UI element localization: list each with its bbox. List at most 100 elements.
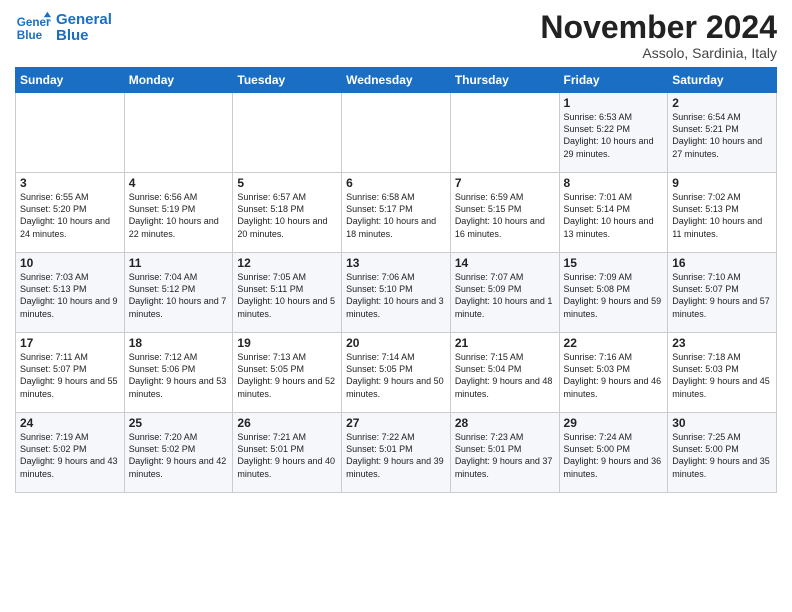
day-details: Sunrise: 7:09 AM Sunset: 5:08 PM Dayligh… [564,271,664,320]
day-number: 23 [672,336,772,350]
page-container: General Blue General Blue November 2024 … [0,0,792,498]
table-row: 14Sunrise: 7:07 AM Sunset: 5:09 PM Dayli… [450,253,559,333]
day-details: Sunrise: 6:57 AM Sunset: 5:18 PM Dayligh… [237,191,337,240]
day-details: Sunrise: 7:05 AM Sunset: 5:11 PM Dayligh… [237,271,337,320]
header-wednesday: Wednesday [342,68,451,93]
location-label: Assolo, Sardinia, Italy [540,45,777,61]
logo-text-general: General [56,12,112,29]
day-number: 16 [672,256,772,270]
logo-text-blue: Blue [56,28,112,45]
table-row: 13Sunrise: 7:06 AM Sunset: 5:10 PM Dayli… [342,253,451,333]
day-number: 22 [564,336,664,350]
table-row: 3Sunrise: 6:55 AM Sunset: 5:20 PM Daylig… [16,173,125,253]
day-details: Sunrise: 6:59 AM Sunset: 5:15 PM Dayligh… [455,191,555,240]
table-row: 19Sunrise: 7:13 AM Sunset: 5:05 PM Dayli… [233,333,342,413]
day-details: Sunrise: 7:15 AM Sunset: 5:04 PM Dayligh… [455,351,555,400]
header-monday: Monday [124,68,233,93]
calendar-week-row: 1Sunrise: 6:53 AM Sunset: 5:22 PM Daylig… [16,93,777,173]
day-details: Sunrise: 7:03 AM Sunset: 5:13 PM Dayligh… [20,271,120,320]
svg-text:General: General [17,16,51,29]
day-number: 21 [455,336,555,350]
calendar-header-row: Sunday Monday Tuesday Wednesday Thursday… [16,68,777,93]
table-row: 11Sunrise: 7:04 AM Sunset: 5:12 PM Dayli… [124,253,233,333]
day-details: Sunrise: 7:12 AM Sunset: 5:06 PM Dayligh… [129,351,229,400]
table-row: 28Sunrise: 7:23 AM Sunset: 5:01 PM Dayli… [450,413,559,493]
table-row: 23Sunrise: 7:18 AM Sunset: 5:03 PM Dayli… [668,333,777,413]
day-number: 10 [20,256,120,270]
table-row: 30Sunrise: 7:25 AM Sunset: 5:00 PM Dayli… [668,413,777,493]
table-row: 17Sunrise: 7:11 AM Sunset: 5:07 PM Dayli… [16,333,125,413]
day-number: 7 [455,176,555,190]
table-row: 2Sunrise: 6:54 AM Sunset: 5:21 PM Daylig… [668,93,777,173]
table-row: 27Sunrise: 7:22 AM Sunset: 5:01 PM Dayli… [342,413,451,493]
day-details: Sunrise: 7:20 AM Sunset: 5:02 PM Dayligh… [129,431,229,480]
day-details: Sunrise: 6:58 AM Sunset: 5:17 PM Dayligh… [346,191,446,240]
day-number: 1 [564,96,664,110]
day-number: 11 [129,256,229,270]
day-number: 15 [564,256,664,270]
day-number: 28 [455,416,555,430]
day-number: 20 [346,336,446,350]
table-row: 15Sunrise: 7:09 AM Sunset: 5:08 PM Dayli… [559,253,668,333]
header-thursday: Thursday [450,68,559,93]
day-details: Sunrise: 7:22 AM Sunset: 5:01 PM Dayligh… [346,431,446,480]
header: General Blue General Blue November 2024 … [15,10,777,61]
table-row: 29Sunrise: 7:24 AM Sunset: 5:00 PM Dayli… [559,413,668,493]
day-number: 19 [237,336,337,350]
day-number: 8 [564,176,664,190]
header-saturday: Saturday [668,68,777,93]
day-number: 6 [346,176,446,190]
table-row [124,93,233,173]
table-row [233,93,342,173]
day-number: 12 [237,256,337,270]
day-details: Sunrise: 7:04 AM Sunset: 5:12 PM Dayligh… [129,271,229,320]
table-row: 8Sunrise: 7:01 AM Sunset: 5:14 PM Daylig… [559,173,668,253]
calendar-week-row: 10Sunrise: 7:03 AM Sunset: 5:13 PM Dayli… [16,253,777,333]
table-row: 1Sunrise: 6:53 AM Sunset: 5:22 PM Daylig… [559,93,668,173]
header-friday: Friday [559,68,668,93]
day-details: Sunrise: 7:18 AM Sunset: 5:03 PM Dayligh… [672,351,772,400]
day-details: Sunrise: 6:56 AM Sunset: 5:19 PM Dayligh… [129,191,229,240]
day-number: 29 [564,416,664,430]
table-row [342,93,451,173]
day-number: 24 [20,416,120,430]
day-details: Sunrise: 6:54 AM Sunset: 5:21 PM Dayligh… [672,111,772,160]
calendar-table: Sunday Monday Tuesday Wednesday Thursday… [15,67,777,493]
calendar-week-row: 3Sunrise: 6:55 AM Sunset: 5:20 PM Daylig… [16,173,777,253]
day-details: Sunrise: 7:02 AM Sunset: 5:13 PM Dayligh… [672,191,772,240]
day-number: 13 [346,256,446,270]
table-row: 25Sunrise: 7:20 AM Sunset: 5:02 PM Dayli… [124,413,233,493]
table-row: 4Sunrise: 6:56 AM Sunset: 5:19 PM Daylig… [124,173,233,253]
header-sunday: Sunday [16,68,125,93]
day-number: 27 [346,416,446,430]
day-details: Sunrise: 7:24 AM Sunset: 5:00 PM Dayligh… [564,431,664,480]
day-details: Sunrise: 7:19 AM Sunset: 5:02 PM Dayligh… [20,431,120,480]
table-row: 7Sunrise: 6:59 AM Sunset: 5:15 PM Daylig… [450,173,559,253]
page-title: November 2024 [540,10,777,45]
day-number: 5 [237,176,337,190]
day-number: 17 [20,336,120,350]
table-row: 16Sunrise: 7:10 AM Sunset: 5:07 PM Dayli… [668,253,777,333]
day-details: Sunrise: 7:07 AM Sunset: 5:09 PM Dayligh… [455,271,555,320]
table-row: 10Sunrise: 7:03 AM Sunset: 5:13 PM Dayli… [16,253,125,333]
logo: General Blue General Blue [15,10,112,46]
day-number: 2 [672,96,772,110]
day-details: Sunrise: 7:06 AM Sunset: 5:10 PM Dayligh… [346,271,446,320]
table-row: 6Sunrise: 6:58 AM Sunset: 5:17 PM Daylig… [342,173,451,253]
table-row [16,93,125,173]
day-details: Sunrise: 7:25 AM Sunset: 5:00 PM Dayligh… [672,431,772,480]
table-row: 24Sunrise: 7:19 AM Sunset: 5:02 PM Dayli… [16,413,125,493]
day-number: 30 [672,416,772,430]
day-details: Sunrise: 7:10 AM Sunset: 5:07 PM Dayligh… [672,271,772,320]
day-number: 14 [455,256,555,270]
calendar-week-row: 17Sunrise: 7:11 AM Sunset: 5:07 PM Dayli… [16,333,777,413]
table-row: 12Sunrise: 7:05 AM Sunset: 5:11 PM Dayli… [233,253,342,333]
table-row: 5Sunrise: 6:57 AM Sunset: 5:18 PM Daylig… [233,173,342,253]
table-row: 20Sunrise: 7:14 AM Sunset: 5:05 PM Dayli… [342,333,451,413]
table-row: 18Sunrise: 7:12 AM Sunset: 5:06 PM Dayli… [124,333,233,413]
table-row: 26Sunrise: 7:21 AM Sunset: 5:01 PM Dayli… [233,413,342,493]
table-row: 21Sunrise: 7:15 AM Sunset: 5:04 PM Dayli… [450,333,559,413]
day-details: Sunrise: 7:11 AM Sunset: 5:07 PM Dayligh… [20,351,120,400]
title-block: November 2024 Assolo, Sardinia, Italy [540,10,777,61]
day-details: Sunrise: 7:01 AM Sunset: 5:14 PM Dayligh… [564,191,664,240]
